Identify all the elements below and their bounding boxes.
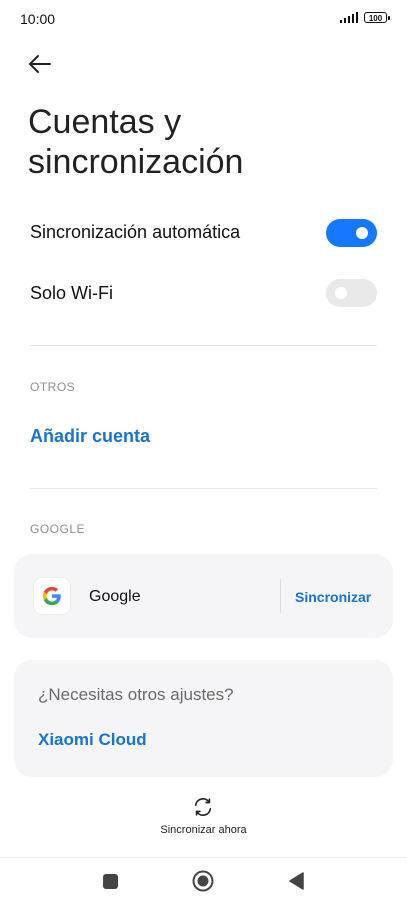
section-header-otros: OTROS	[30, 380, 76, 394]
status-time: 10:00	[20, 11, 56, 27]
toggle-knob	[335, 287, 347, 299]
sync-google-button[interactable]: Sincronizar	[295, 589, 371, 605]
recents-square-icon[interactable]	[103, 874, 118, 889]
google-logo-icon	[34, 578, 70, 614]
wifi-only-label: Solo Wi-Fi	[30, 283, 114, 303]
nav-divider	[0, 857, 407, 858]
status-icons: 100	[340, 12, 390, 23]
toggle-knob	[356, 227, 368, 239]
divider	[30, 345, 377, 346]
sync-icon[interactable]	[192, 796, 214, 818]
vertical-divider	[280, 579, 281, 613]
signal-icon	[340, 12, 358, 23]
more-settings-card	[14, 660, 393, 777]
more-settings-question: ¿Necesitas otros ajustes?	[38, 685, 234, 704]
battery-icon: 100	[364, 12, 390, 23]
auto-sync-label: Sincronización automática	[30, 222, 241, 242]
sync-now-label[interactable]: Sincronizar ahora	[0, 824, 407, 836]
google-account-name: Google	[89, 588, 141, 605]
xiaomi-cloud-link[interactable]: Xiaomi Cloud	[38, 730, 147, 750]
page-title: Cuentas y sincronización	[28, 103, 244, 181]
back-triangle-icon[interactable]	[287, 871, 305, 891]
home-circle-icon[interactable]	[192, 870, 214, 892]
auto-sync-toggle[interactable]	[326, 219, 377, 247]
add-account-link[interactable]: Añadir cuenta	[30, 426, 150, 447]
section-header-google: GOOGLE	[30, 522, 86, 536]
back-arrow-icon[interactable]	[26, 50, 54, 78]
wifi-only-toggle[interactable]	[326, 279, 377, 307]
divider	[30, 488, 377, 489]
